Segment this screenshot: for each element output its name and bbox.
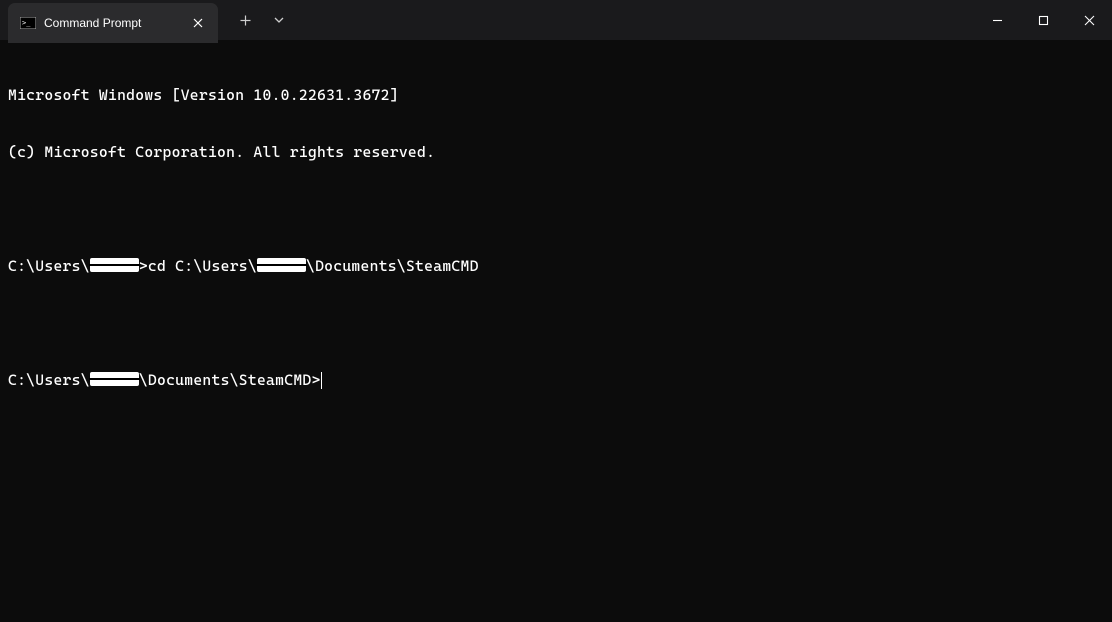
terminal-blank-line: [8, 314, 1104, 333]
terminal-text: \Documents\SteamCMD: [306, 257, 479, 276]
tab-command-prompt[interactable]: >_ Command Prompt: [8, 3, 218, 43]
terminal-prompt-line: C:\Users\ \Documents\SteamCMD>: [8, 371, 1104, 390]
tab-title: Command Prompt: [44, 16, 180, 30]
titlebar: >_ Command Prompt: [0, 0, 1112, 40]
terminal-command-line: C:\Users\ >cd C:\Users\ \Documents\SteamCM…: [8, 257, 1104, 276]
terminal-text: C:\Users\: [8, 257, 90, 276]
redacted-username: [90, 372, 139, 386]
redacted-username: [257, 258, 306, 272]
redacted-username: [90, 258, 139, 272]
svg-text:>_: >_: [22, 19, 31, 27]
cmd-icon: >_: [20, 17, 36, 29]
terminal-text: \Documents\SteamCMD>: [139, 371, 321, 390]
tab-close-button[interactable]: [188, 13, 208, 33]
terminal-blank-line: [8, 200, 1104, 219]
maximize-button[interactable]: [1020, 0, 1066, 40]
tab-actions: [230, 0, 294, 40]
terminal-cursor: [321, 372, 322, 389]
close-window-button[interactable]: [1066, 0, 1112, 40]
tab-dropdown-button[interactable]: [264, 5, 294, 35]
window-controls: [974, 0, 1112, 40]
new-tab-button[interactable]: [230, 5, 260, 35]
terminal-output[interactable]: Microsoft Windows [Version 10.0.22631.36…: [0, 40, 1112, 417]
minimize-button[interactable]: [974, 0, 1020, 40]
terminal-text: >cd C:\Users\: [139, 257, 257, 276]
terminal-text: C:\Users\: [8, 371, 90, 390]
terminal-header-line: (c) Microsoft Corporation. All rights re…: [8, 143, 1104, 162]
terminal-header-line: Microsoft Windows [Version 10.0.22631.36…: [8, 86, 1104, 105]
